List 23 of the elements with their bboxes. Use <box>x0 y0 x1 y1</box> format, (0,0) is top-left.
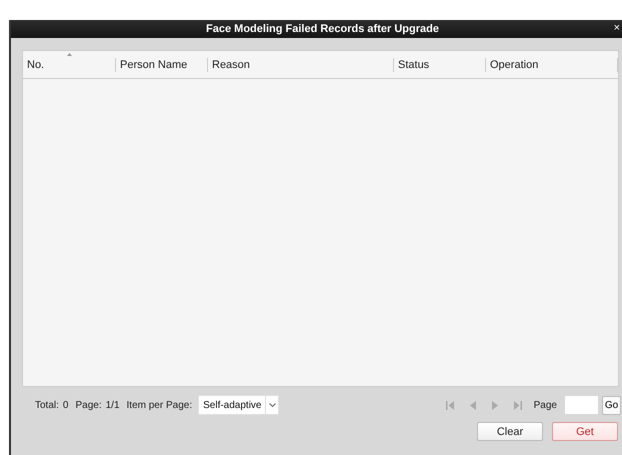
per-page-label: Item per Page: <box>126 400 192 410</box>
get-button[interactable]: Get <box>552 422 618 441</box>
close-button[interactable]: × <box>614 22 620 34</box>
window-title: Face Modeling Failed Records after Upgrade <box>206 23 439 35</box>
next-page-icon[interactable] <box>492 400 498 410</box>
total-label: Total: <box>35 400 59 410</box>
last-page-icon[interactable] <box>514 400 522 410</box>
column-header[interactable]: Operation <box>490 59 538 71</box>
page-count: 1/1 <box>106 400 120 410</box>
page-label: Page: <box>75 400 102 410</box>
clear-button[interactable]: Clear <box>477 422 543 441</box>
column-header[interactable]: Person Name <box>120 59 188 71</box>
column-header[interactable]: Reason <box>212 59 250 71</box>
column-header[interactable]: No. <box>27 59 44 71</box>
column-header[interactable]: Status <box>398 59 430 71</box>
per-page-dropdown[interactable]: Self-adaptive <box>198 395 280 415</box>
page-input[interactable] <box>565 396 598 414</box>
previous-page-icon[interactable] <box>470 400 476 410</box>
caret-icon <box>268 403 276 407</box>
first-page-icon[interactable] <box>446 400 454 410</box>
go-button[interactable]: Go <box>602 396 621 414</box>
total-count: 0 <box>62 400 68 410</box>
goto-page-label: Page <box>534 400 557 410</box>
